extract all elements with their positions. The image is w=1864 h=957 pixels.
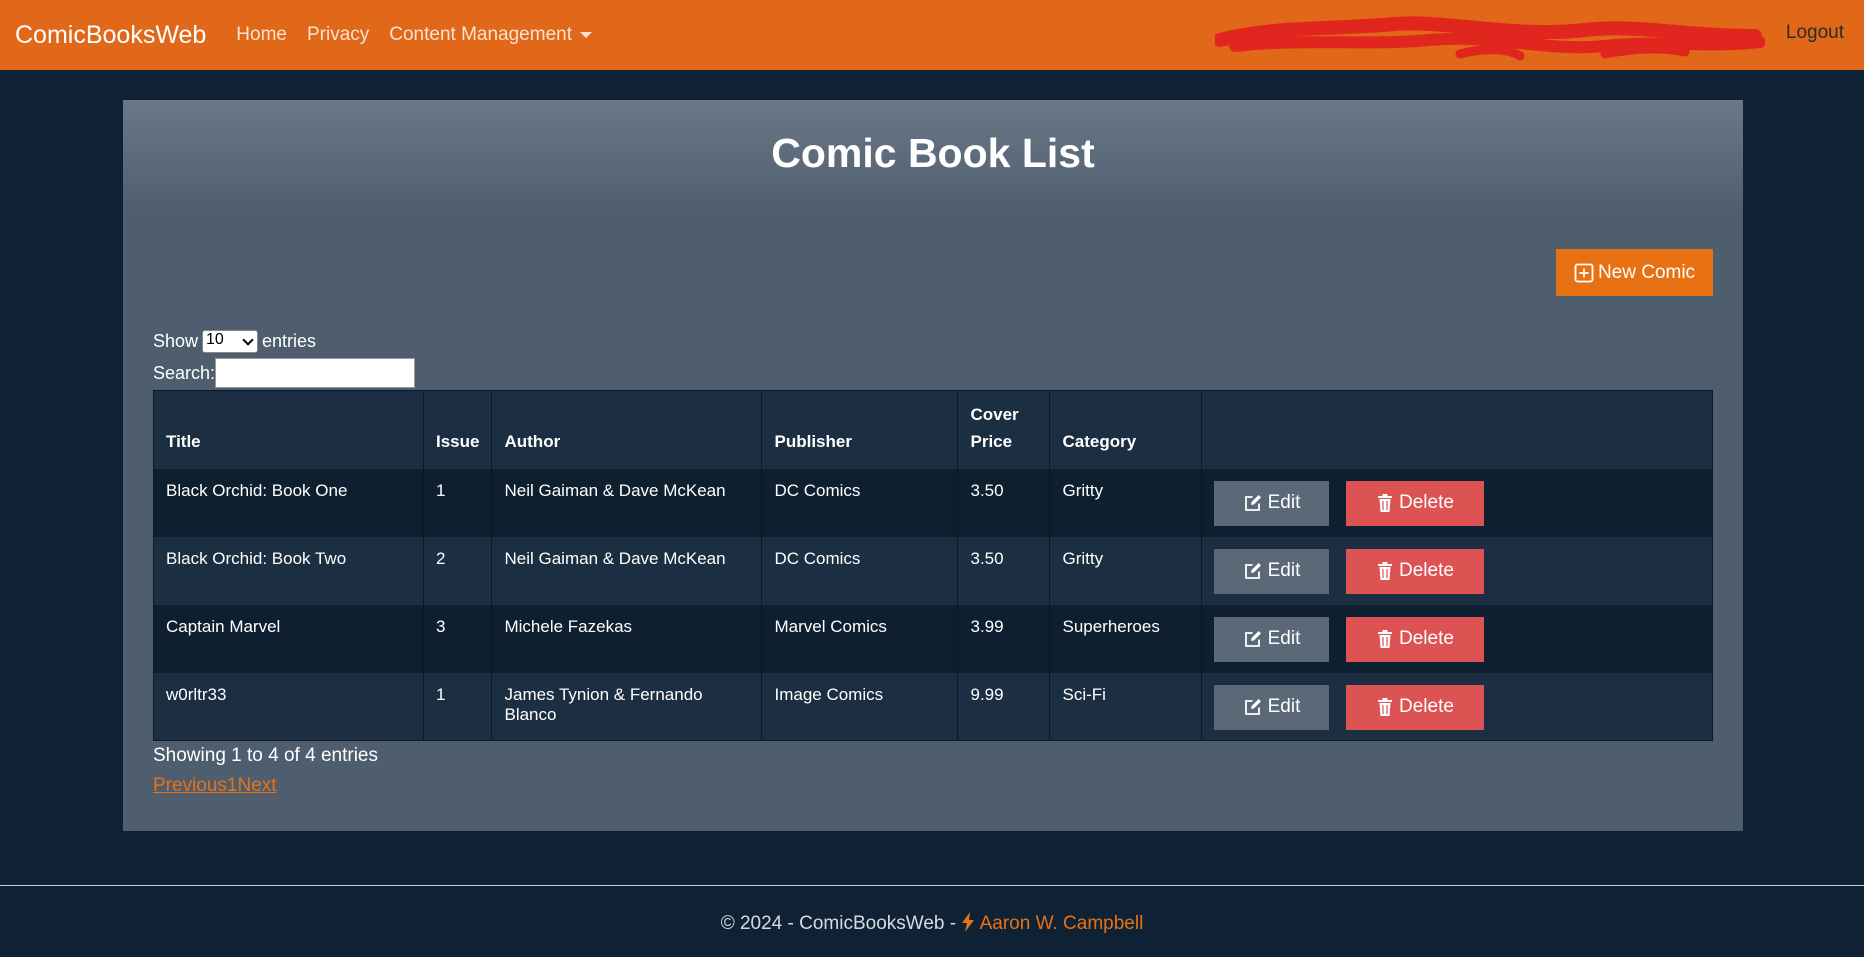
content-management-label: Content Management bbox=[389, 24, 572, 45]
cell-publisher: DC Comics bbox=[761, 536, 959, 605]
cell-publisher: Image Comics bbox=[761, 672, 959, 741]
nav-home-link[interactable]: Home bbox=[236, 24, 287, 46]
column-header-cover-price[interactable]: Cover Price bbox=[957, 390, 1051, 469]
footer-divider bbox=[0, 885, 1864, 886]
delete-button[interactable]: Delete bbox=[1346, 616, 1485, 662]
search-input[interactable] bbox=[215, 358, 416, 388]
edit-icon bbox=[1244, 495, 1261, 511]
trash-icon bbox=[1378, 630, 1393, 648]
edit-label: Edit bbox=[1267, 560, 1301, 581]
footer-copyright: © 2024 - ComicBooksWeb - bbox=[720, 913, 957, 934]
cell-category: Gritty bbox=[1049, 468, 1203, 537]
cell-author: Michele Fazekas bbox=[491, 604, 763, 673]
comic-list-card: Comic Book List New Comic Show 10 entrie… bbox=[123, 100, 1743, 831]
trash-icon bbox=[1378, 562, 1393, 580]
delete-label: Delete bbox=[1399, 628, 1454, 649]
edit-button[interactable]: Edit bbox=[1214, 548, 1330, 594]
edit-label: Edit bbox=[1267, 696, 1301, 717]
nav-privacy-link[interactable]: Privacy bbox=[307, 24, 369, 46]
cell-category: Sci-Fi bbox=[1049, 672, 1203, 741]
page-length-select[interactable]: 10 bbox=[202, 330, 259, 353]
cell-issue: 1 bbox=[423, 468, 493, 537]
top-navbar: ComicBooksWeb Home Privacy Content Manag… bbox=[0, 0, 1864, 70]
brand-link[interactable]: ComicBooksWeb bbox=[15, 21, 206, 50]
edit-button[interactable]: Edit bbox=[1214, 480, 1330, 526]
page-length-control: Show 10 entries bbox=[153, 330, 316, 353]
cell-cover-price: 9.99 bbox=[957, 672, 1051, 741]
edit-label: Edit bbox=[1267, 492, 1301, 513]
edit-icon bbox=[1244, 699, 1261, 715]
cell-issue: 1 bbox=[423, 672, 493, 741]
entries-label: entries bbox=[262, 331, 317, 351]
footer-author-link[interactable]: Aaron W. Campbell bbox=[980, 913, 1144, 934]
edit-icon bbox=[1244, 563, 1261, 579]
delete-button[interactable]: Delete bbox=[1346, 548, 1485, 594]
pager-page-1[interactable]: 1 bbox=[227, 775, 238, 797]
cell-issue: 2 bbox=[423, 536, 493, 605]
trash-icon bbox=[1378, 698, 1393, 716]
plus-square-icon bbox=[1574, 263, 1594, 282]
cell-cover-price: 3.50 bbox=[957, 536, 1051, 605]
delete-button[interactable]: Delete bbox=[1346, 480, 1485, 526]
column-header-category[interactable]: Category bbox=[1049, 390, 1203, 469]
cell-actions: Edit Delete bbox=[1201, 604, 1713, 673]
edit-label: Edit bbox=[1267, 628, 1301, 649]
search-label: Search: bbox=[153, 362, 216, 383]
footer: © 2024 - ComicBooksWeb - Aaron W. Campbe… bbox=[0, 912, 1864, 935]
table-row: Captain Marvel 3 Michele Fazekas Marvel … bbox=[153, 604, 1713, 673]
pager-previous[interactable]: Previous bbox=[153, 775, 227, 797]
cell-actions: Edit Delete bbox=[1201, 468, 1713, 537]
cell-category: Gritty bbox=[1049, 536, 1203, 605]
logout-link[interactable]: Logout bbox=[1786, 22, 1844, 44]
caret-down-icon bbox=[580, 31, 592, 38]
edit-button[interactable]: Edit bbox=[1214, 684, 1330, 730]
new-comic-label: New Comic bbox=[1597, 261, 1696, 283]
cell-actions: Edit Delete bbox=[1201, 536, 1713, 605]
cell-cover-price: 3.99 bbox=[957, 604, 1051, 673]
redaction-scribble bbox=[1215, 16, 1765, 61]
delete-label: Delete bbox=[1399, 696, 1454, 717]
table-info: Showing 1 to 4 of 4 entries bbox=[153, 745, 378, 766]
page-length-value: 10 bbox=[206, 331, 224, 348]
trash-icon bbox=[1378, 494, 1393, 512]
cell-publisher: DC Comics bbox=[761, 468, 959, 537]
cell-author: Neil Gaiman & Dave McKean bbox=[491, 468, 763, 537]
delete-label: Delete bbox=[1399, 492, 1454, 513]
new-comic-button[interactable]: New Comic bbox=[1556, 249, 1713, 296]
search-control: Search: bbox=[153, 358, 416, 388]
pager-next[interactable]: Next bbox=[238, 775, 277, 797]
cell-issue: 3 bbox=[423, 604, 493, 673]
table-row: Black Orchid: Book Two 2 Neil Gaiman & D… bbox=[153, 536, 1713, 605]
cell-title: Black Orchid: Book Two bbox=[153, 536, 424, 605]
column-header-issue[interactable]: Issue bbox=[423, 390, 493, 469]
cell-category: Superheroes bbox=[1049, 604, 1203, 673]
cell-author: Neil Gaiman & Dave McKean bbox=[491, 536, 763, 605]
table-row: Black Orchid: Book One 1 Neil Gaiman & D… bbox=[153, 468, 1713, 537]
cell-author: James Tynion & Fernando Blanco bbox=[491, 672, 763, 741]
cell-actions: Edit Delete bbox=[1201, 672, 1713, 741]
column-header-title[interactable]: Title bbox=[153, 390, 424, 469]
delete-label: Delete bbox=[1399, 560, 1454, 581]
edit-button[interactable]: Edit bbox=[1214, 616, 1330, 662]
column-header-actions bbox=[1201, 390, 1713, 469]
delete-button[interactable]: Delete bbox=[1346, 684, 1485, 730]
content-management-dropdown[interactable]: Content Management bbox=[389, 24, 592, 46]
table-header-row: Title Issue Author Publisher Cover Price… bbox=[153, 390, 1713, 469]
page-title: Comic Book List bbox=[771, 130, 1095, 176]
cell-title: w0rltr33 bbox=[153, 672, 424, 741]
cell-title: Black Orchid: Book One bbox=[153, 468, 424, 537]
table-row: w0rltr33 1 James Tynion & Fernando Blanc… bbox=[153, 672, 1713, 741]
cell-title: Captain Marvel bbox=[153, 604, 424, 673]
edit-icon bbox=[1244, 631, 1261, 647]
comics-table: Title Issue Author Publisher Cover Price… bbox=[153, 390, 1713, 741]
column-header-publisher[interactable]: Publisher bbox=[761, 390, 959, 469]
chevron-down-icon bbox=[242, 334, 254, 346]
show-label: Show bbox=[153, 331, 199, 351]
column-header-author[interactable]: Author bbox=[491, 390, 763, 469]
cell-publisher: Marvel Comics bbox=[761, 604, 959, 673]
lightning-icon bbox=[962, 912, 975, 932]
pagination: Previous 1 Next bbox=[153, 775, 277, 797]
cell-cover-price: 3.50 bbox=[957, 468, 1051, 537]
